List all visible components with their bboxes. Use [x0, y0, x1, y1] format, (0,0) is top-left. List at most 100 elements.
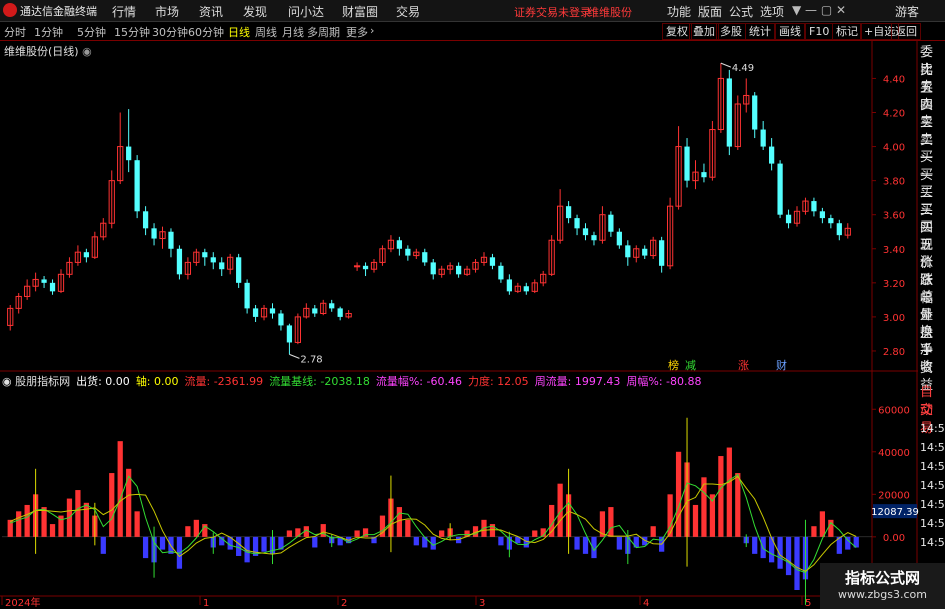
candle-body — [506, 279, 512, 292]
candle-body — [252, 308, 259, 317]
tab-monthly[interactable]: 月线 — [282, 24, 304, 40]
tab-multi-period[interactable]: 多周期 — [307, 24, 340, 40]
btn-huaxian[interactable]: 画线 — [775, 23, 805, 40]
candle-body — [278, 313, 284, 326]
high-label: 4.49 — [732, 63, 754, 74]
flow-bar — [718, 456, 724, 537]
menu-xuanxiang[interactable]: 选项 — [760, 3, 784, 20]
flow-bar — [616, 536, 622, 550]
tab-weekly[interactable]: 周线 — [255, 24, 277, 40]
candle-body — [210, 257, 216, 263]
btn-fuquan[interactable]: 复权 — [662, 23, 692, 40]
menu-shichang[interactable]: 市场 — [155, 3, 179, 20]
app-title: 通达信金融终端 — [20, 5, 97, 18]
candle-body — [41, 279, 47, 283]
date-tick-label: 3 — [479, 598, 485, 609]
tab-more[interactable]: 更多 — [346, 24, 368, 40]
candle-body — [405, 248, 411, 256]
btn-duogu[interactable]: 多股 — [716, 23, 746, 40]
menu-zixun[interactable]: 资讯 — [199, 3, 223, 20]
candle-body — [574, 218, 580, 229]
event-tag: 榜 — [668, 358, 679, 372]
candle-body — [244, 282, 250, 309]
flow-bar — [109, 473, 115, 537]
flow-bar — [354, 530, 360, 537]
candle-body — [202, 252, 208, 258]
watermark-title: 指标公式网 — [844, 569, 920, 587]
guest-login[interactable]: 游客 — [895, 3, 919, 20]
window-controls[interactable]: ▼ — ▢ ✕ — [792, 3, 846, 17]
flow-bar — [185, 526, 191, 537]
tab-30min[interactable]: 30分钟 — [152, 24, 188, 40]
flow-bar — [41, 507, 47, 537]
indicator-field: 周幅%: -80.88 — [626, 375, 702, 388]
app-logo-icon — [3, 3, 17, 17]
high-marker — [720, 62, 732, 68]
menu-gongneng[interactable]: 功能 — [667, 3, 691, 20]
menu-banmian[interactable]: 版面 — [698, 3, 722, 20]
flow-bar — [726, 447, 732, 537]
kline-chart[interactable]: 4.40 4.20 4.00 3.80 3.60 3.40 3.20 3.00 2.80 6000… — [0, 41, 945, 609]
tab-1min[interactable]: 1分钟 — [34, 24, 63, 40]
flow-bar — [582, 536, 589, 554]
tab-15min[interactable]: 15分钟 — [114, 24, 150, 40]
broker-name[interactable]: 维维股份 — [588, 4, 632, 20]
indicator-field: 周流量: 1997.43 — [534, 375, 621, 388]
candle-body — [455, 265, 462, 275]
tab-daily[interactable]: 日线 — [228, 24, 250, 40]
flow-bar — [100, 536, 106, 554]
menu-hangqing[interactable]: 行情 — [112, 3, 136, 20]
ind-tick-label: 60000 — [878, 405, 910, 416]
candle-body — [489, 257, 496, 266]
menu-faxian[interactable]: 发现 — [243, 3, 267, 20]
candle-body — [523, 286, 529, 292]
candle-body — [642, 248, 648, 256]
btn-biaoji[interactable]: 标记 — [832, 23, 862, 40]
tab-5min[interactable]: 5分钟 — [77, 24, 106, 40]
low-label: 2.78 — [300, 354, 322, 365]
flow-bar — [574, 536, 580, 550]
menu-caifuquan[interactable]: 财富圈 — [342, 3, 378, 20]
menu-wenxiaoda[interactable]: 问小达 — [288, 3, 324, 20]
btn-diejia[interactable]: 叠加 — [689, 23, 719, 40]
candle-body — [362, 265, 369, 270]
btn-tongji[interactable]: 统计 — [745, 23, 775, 40]
tab-fenshi[interactable]: 分时 — [4, 24, 26, 40]
candle-body — [760, 129, 766, 147]
chevron-right-icon[interactable]: › — [370, 24, 374, 37]
candle-body — [701, 172, 707, 178]
flow-bar — [286, 530, 293, 537]
flow-bar — [236, 536, 242, 556]
btn-fanhui[interactable]: 返回 — [891, 23, 921, 40]
candle-body — [819, 211, 826, 219]
date-tick-label: 5 — [805, 598, 811, 609]
candle-body — [236, 257, 242, 283]
flow-bar — [134, 511, 140, 537]
ind-tick-label: 0.00 — [883, 533, 905, 544]
indicator-name[interactable]: ◉ 股朋指标网 — [2, 375, 70, 388]
candle-body — [785, 214, 792, 224]
btn-f10[interactable]: F10 — [805, 23, 834, 40]
tab-60min[interactable]: 60分钟 — [188, 24, 224, 40]
menu-bar: 通达信金融终端 行情 市场 资讯 发现 问小达 财富圈 交易 证券交易未登录 维… — [0, 0, 945, 22]
candle-body — [151, 228, 157, 239]
ind-tick-label: 20000 — [878, 490, 910, 501]
broker-login-status[interactable]: 证券交易未登录 — [514, 4, 591, 20]
candlestick-series — [7, 63, 851, 355]
candle-body — [329, 303, 335, 309]
low-marker — [289, 353, 300, 359]
date-tick-label: 2 — [341, 598, 347, 609]
menu-gongshi[interactable]: 公式 — [729, 3, 753, 20]
candle-body — [49, 282, 56, 292]
menu-jiaoyi[interactable]: 交易 — [396, 3, 420, 20]
price-tick-label: 4.40 — [883, 74, 905, 85]
price-tick-label: 2.80 — [883, 347, 905, 358]
candle-body — [565, 206, 572, 219]
flow-bar — [675, 451, 682, 537]
flow-bar — [261, 536, 267, 552]
candle-body — [836, 223, 842, 236]
flow-bar — [650, 526, 656, 537]
candle-body — [353, 265, 361, 268]
indicator-header: ◉ 股朋指标网 出货: 0.00 轴: 0.00 流量: -2361.99 流量基线: … — [2, 373, 708, 389]
candle-body — [337, 308, 343, 317]
